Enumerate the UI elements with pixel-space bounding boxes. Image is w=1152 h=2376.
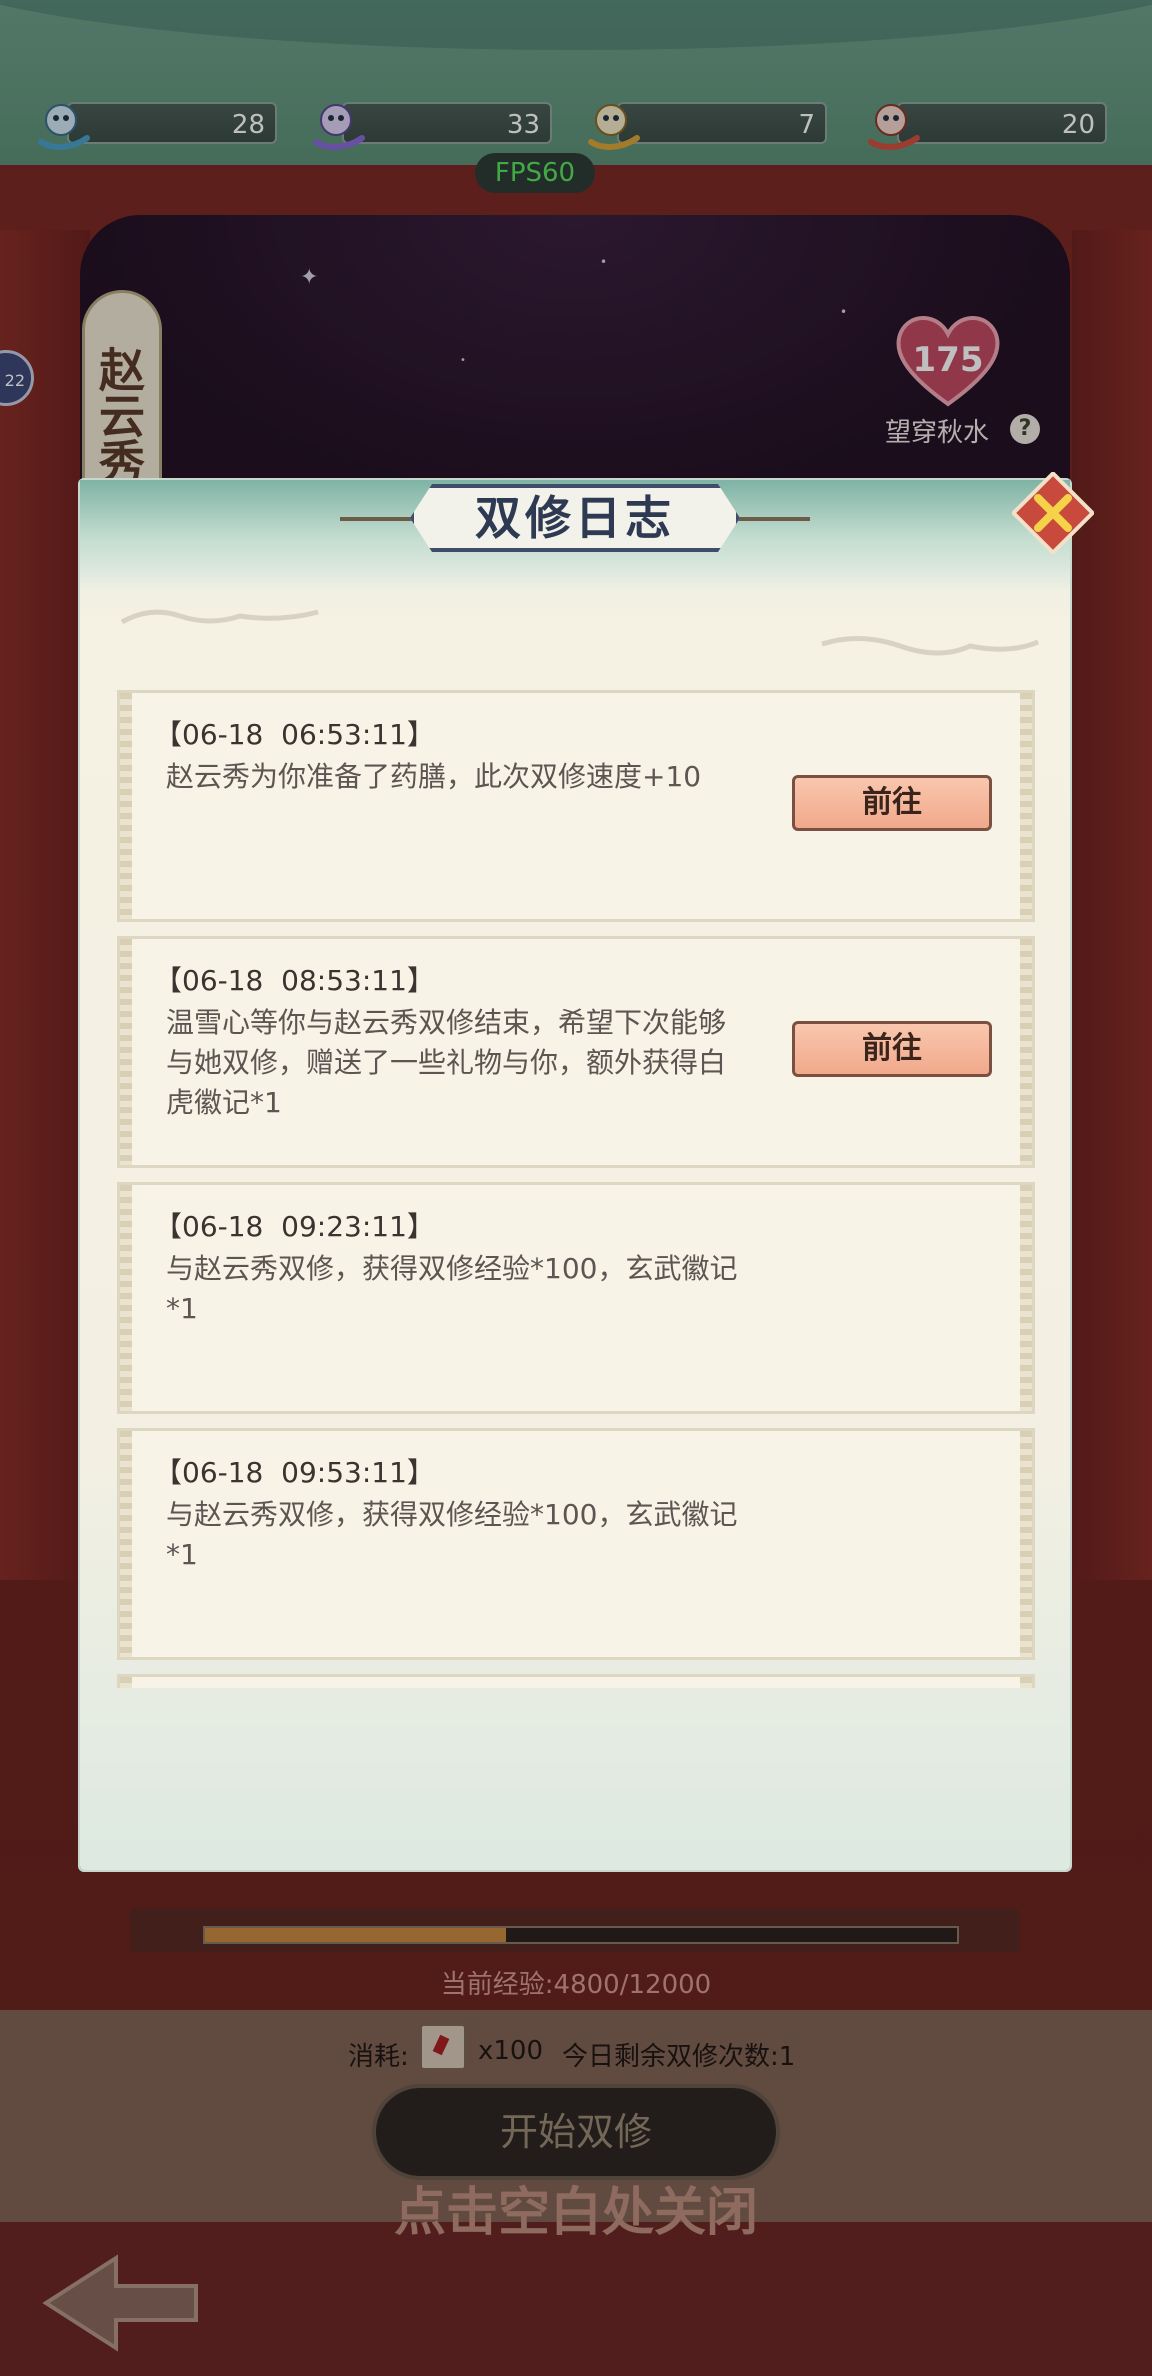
dialog-title-banner: 双修日志 [340, 480, 810, 560]
close-icon[interactable] [1012, 472, 1094, 554]
log-entry: 【06-18 08:53:11】 温雪心等你与赵云秀双修结束，希望下次能够与她双… [117, 936, 1035, 1168]
log-entry: 【06-18 09:23:11】 与赵云秀双修，获得双修经验*100，玄武徽记*… [117, 1182, 1035, 1414]
title-ornament-left [340, 517, 420, 521]
log-text: 温雪心等你与赵云秀双修结束，希望下次能够与她双修，赠送了一些礼物与你，额外获得白… [166, 1006, 727, 1119]
log-list[interactable]: 【06-18 06:53:11】 赵云秀为你准备了药膳，此次双修速度+10 前往… [117, 690, 1035, 1688]
title-ornament-right [730, 517, 810, 521]
log-text: 与赵云秀双修，获得双修经验*100，玄武徽记*1 [166, 1498, 738, 1571]
log-text: 与赵云秀双修，获得双修经验*100，玄武徽记*1 [166, 1252, 738, 1325]
close-hint[interactable]: 点击空白处关闭 [0, 2170, 1152, 2245]
log-time: 【06-18 09:53:11】 [154, 1456, 435, 1489]
log-entry-partial [117, 1674, 1035, 1688]
cloud-ornament-icon [120, 609, 319, 625]
goto-button[interactable]: 前往 [792, 775, 992, 831]
log-time: 【06-18 09:23:11】 [154, 1210, 435, 1243]
log-entry: 【06-18 06:53:11】 赵云秀为你准备了药膳，此次双修速度+10 前往 [117, 690, 1035, 922]
log-text: 赵云秀为你准备了药膳，此次双修速度+10 [166, 760, 702, 793]
dialog-title: 双修日志 [475, 491, 675, 545]
goto-button[interactable]: 前往 [792, 1021, 992, 1077]
cloud-ornament-icon [821, 635, 1039, 656]
log-entry: 【06-18 09:53:11】 与赵云秀双修，获得双修经验*100，玄武徽记*… [117, 1428, 1035, 1660]
log-time: 【06-18 08:53:11】 [154, 964, 435, 997]
log-time: 【06-18 06:53:11】 [154, 718, 435, 751]
